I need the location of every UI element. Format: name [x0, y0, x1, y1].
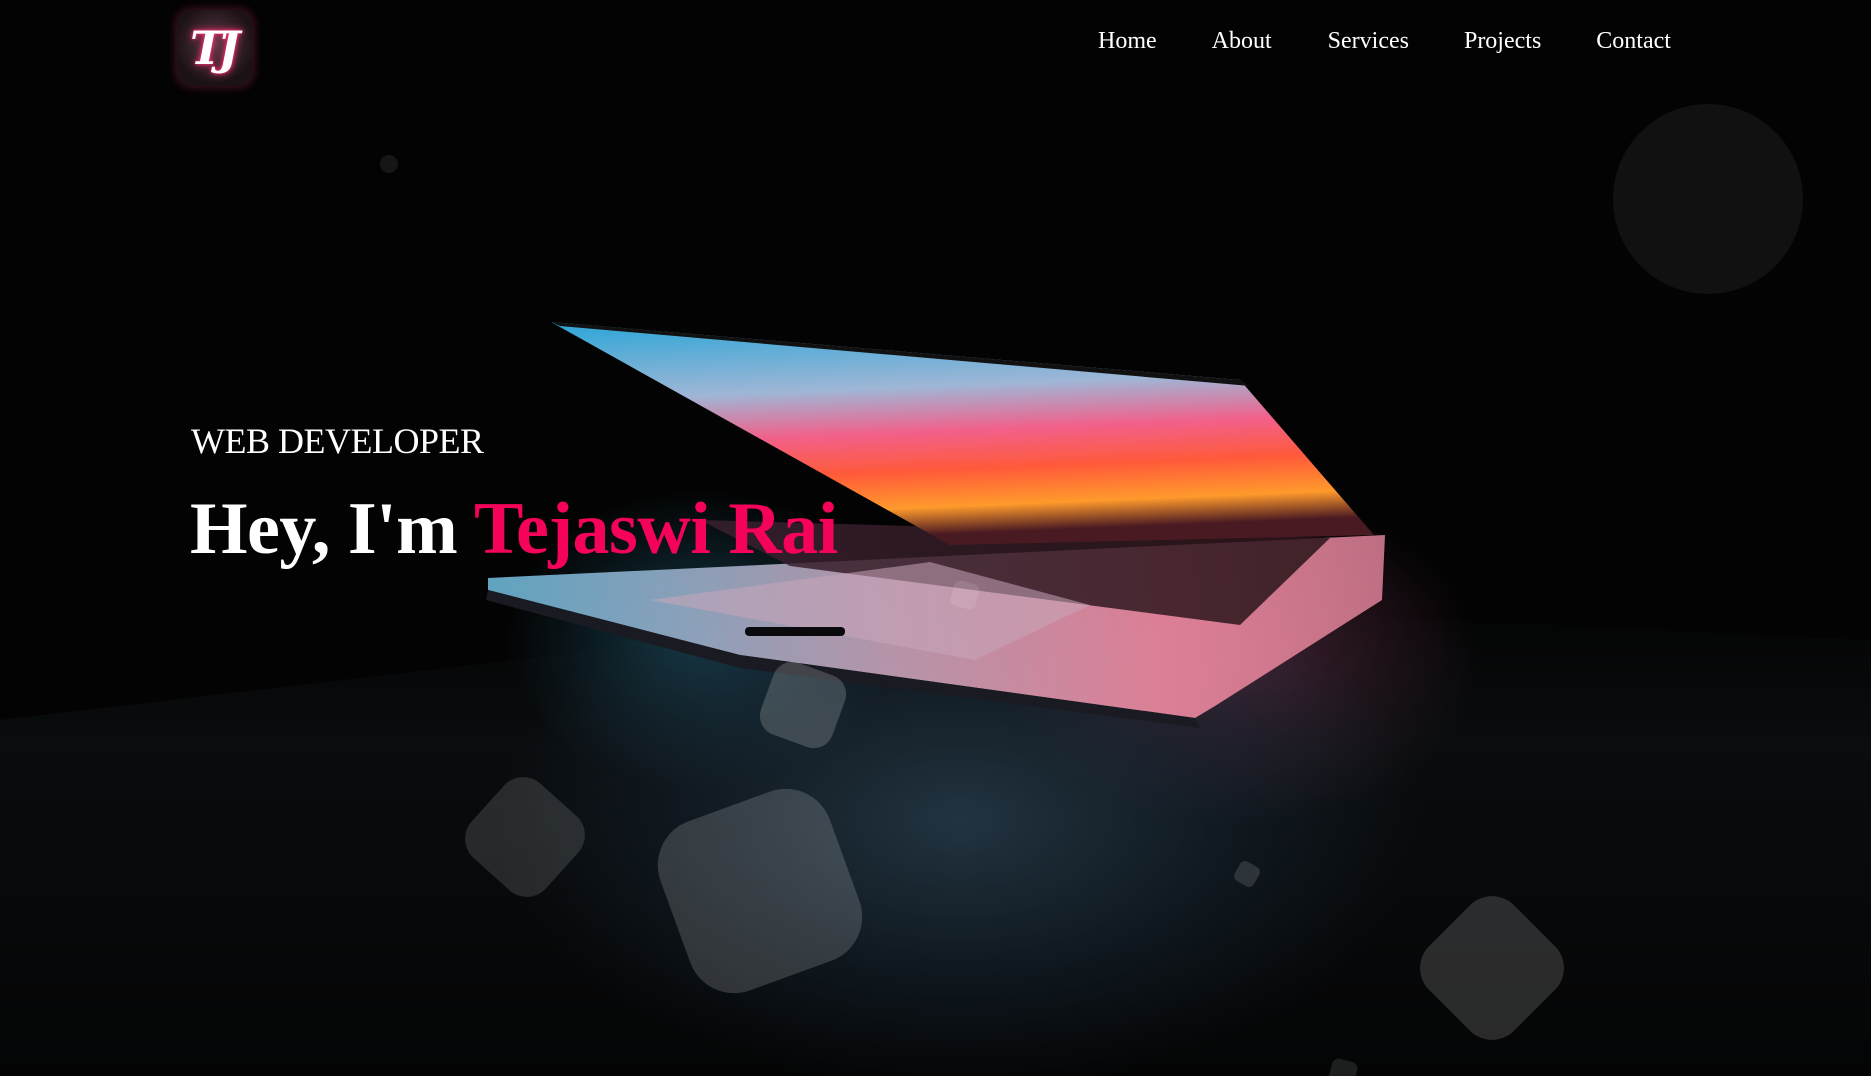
nav-item-contact[interactable]: Contact: [1596, 28, 1671, 55]
hero-subtitle: WEB DEVELOPER: [191, 421, 484, 461]
bg-dot-small: [380, 155, 398, 173]
logo[interactable]: TJ: [177, 10, 253, 86]
hero-headline: Hey, I'm Tejaswi Rai: [190, 487, 838, 572]
nav-menu: Home About Services Projects Contact: [1098, 28, 1671, 55]
logo-text: TJ: [190, 21, 240, 75]
nav-item-about[interactable]: About: [1212, 28, 1272, 55]
hero-section: TJ Home About Services Projects Contact …: [0, 0, 1871, 1076]
bg-circle-large: [1613, 104, 1803, 294]
navbar: TJ Home About Services Projects Contact: [0, 0, 1871, 95]
nav-item-projects[interactable]: Projects: [1464, 28, 1541, 55]
hero-name: Tejaswi Rai: [473, 488, 838, 570]
nav-item-home[interactable]: Home: [1098, 28, 1157, 55]
hero-greeting: Hey, I'm: [190, 488, 474, 570]
nav-item-services[interactable]: Services: [1328, 28, 1409, 55]
